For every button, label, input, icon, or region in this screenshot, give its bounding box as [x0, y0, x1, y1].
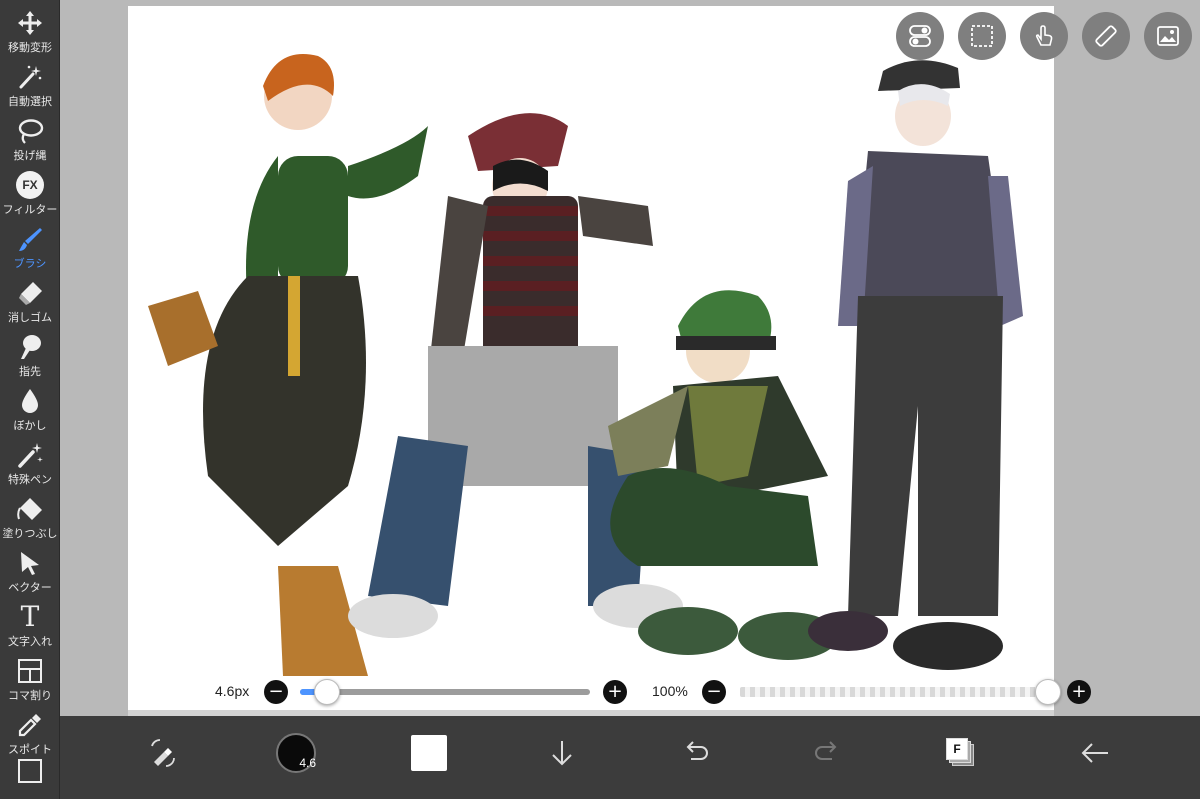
color-button[interactable] [404, 728, 454, 778]
tool-label: 投げ縄 [13, 149, 47, 162]
image-layer-button[interactable] [1144, 12, 1192, 60]
fx-icon: FX [15, 170, 45, 200]
brush-size-label: 4.6px [215, 683, 250, 699]
tool-label: 文字入れ [8, 635, 52, 648]
color-swatch-icon [411, 735, 447, 771]
redo-button[interactable] [803, 728, 853, 778]
layer-badge: F [953, 742, 961, 756]
tool-label: 特殊ペン [8, 473, 52, 486]
touch-gesture-button[interactable] [1020, 12, 1068, 60]
eraser-icon [15, 278, 45, 308]
t-text: T [20, 600, 40, 633]
selection-button[interactable] [958, 12, 1006, 60]
image-layer-icon [1157, 26, 1179, 46]
frame-divider-icon [15, 656, 45, 686]
character-4 [808, 60, 1023, 670]
tool-frame-divider[interactable]: コマ割り [0, 652, 60, 706]
tool-blur[interactable]: ぼかし [0, 382, 60, 436]
tool-label: ブラシ [13, 257, 47, 270]
tool-label: 塗りつぶし [2, 527, 58, 540]
transform-button[interactable] [138, 728, 188, 778]
move-arrows-icon [15, 8, 45, 38]
tool-vector[interactable]: ベクター [0, 544, 60, 598]
selection-icon [971, 25, 993, 47]
layer-icon: F [946, 738, 976, 768]
brush-size-plus-button[interactable]: + [603, 680, 627, 704]
vector-arrow-icon [15, 548, 45, 578]
tool-brush[interactable]: ブラシ [0, 220, 60, 274]
brush-size-icon: 4.6 [276, 733, 316, 773]
touch-gesture-icon [1035, 25, 1053, 46]
tool-lasso[interactable]: 投げ縄 [0, 112, 60, 166]
brush-size-minus-button[interactable]: − [264, 680, 288, 704]
blur-drop-icon [15, 386, 45, 416]
opacity-track[interactable] [740, 687, 1040, 697]
brush-size-thumb[interactable] [314, 679, 340, 705]
fill-bucket-icon [15, 494, 45, 524]
fx-text: FX [16, 171, 44, 199]
ruler-button[interactable] [1082, 12, 1130, 60]
tool-label: ベクター [8, 581, 52, 594]
tool-canvas[interactable] [0, 752, 60, 799]
tool-eraser[interactable]: 消しゴム [0, 274, 60, 328]
drawing-canvas[interactable] [128, 6, 1054, 710]
tool-filter[interactable]: FX フィルター [0, 166, 60, 220]
tool-smudge[interactable]: 指先 [0, 328, 60, 382]
lasso-icon [15, 116, 45, 146]
tool-label: フィルター [2, 203, 58, 216]
smudge-finger-icon [15, 332, 45, 362]
transform-tool-icon [151, 739, 175, 767]
canvas-icon [15, 756, 45, 786]
redo-icon [815, 741, 837, 760]
bottom-bar: 4.6 F [60, 716, 1200, 799]
tool-label: ぼかし [13, 419, 47, 432]
undo-button[interactable] [670, 728, 720, 778]
opacity-label: 100% [652, 683, 688, 699]
opacity-plus-button[interactable]: + [1067, 680, 1091, 704]
back-button[interactable] [1070, 728, 1120, 778]
layer-button[interactable]: F [936, 728, 986, 778]
opacity-thumb[interactable] [1035, 679, 1061, 705]
undo-icon [686, 741, 708, 760]
text-t-icon: T [15, 602, 45, 632]
tool-label: 指先 [19, 365, 41, 378]
download-icon [552, 741, 572, 766]
tool-text[interactable]: T 文字入れ [0, 598, 60, 652]
download-button[interactable] [537, 728, 587, 778]
brush-size-badge: 4.6 [299, 756, 316, 770]
opacity-minus-button[interactable]: − [702, 680, 726, 704]
tool-label: コマ割り [8, 689, 52, 702]
artwork-illustration [148, 54, 1023, 676]
tool-move-transform[interactable]: 移動変形 [0, 4, 60, 58]
tool-label: 自動選択 [8, 95, 52, 108]
magic-wand-icon [15, 62, 45, 92]
brush-size-track[interactable] [300, 689, 590, 695]
toggle-button[interactable] [896, 12, 944, 60]
special-pen-icon [15, 440, 45, 470]
back-arrow-icon [1081, 743, 1108, 763]
eyedropper-icon [15, 710, 45, 740]
ruler-icon [1095, 25, 1117, 47]
toggle-switch-icon [909, 25, 931, 47]
brush-size-button[interactable]: 4.6 [271, 728, 321, 778]
brush-icon [15, 224, 45, 254]
tool-magic-wand[interactable]: 自動選択 [0, 58, 60, 112]
tool-special-pen[interactable]: 特殊ペン [0, 436, 60, 490]
tool-fill[interactable]: 塗りつぶし [0, 490, 60, 544]
tool-label: 移動変形 [8, 41, 52, 54]
tool-label: 消しゴム [8, 311, 52, 324]
left-toolbar: 移動変形 自動選択 投げ縄 FX フィルター ブラシ 消しゴム 指先 ぼかし 特… [0, 0, 60, 799]
